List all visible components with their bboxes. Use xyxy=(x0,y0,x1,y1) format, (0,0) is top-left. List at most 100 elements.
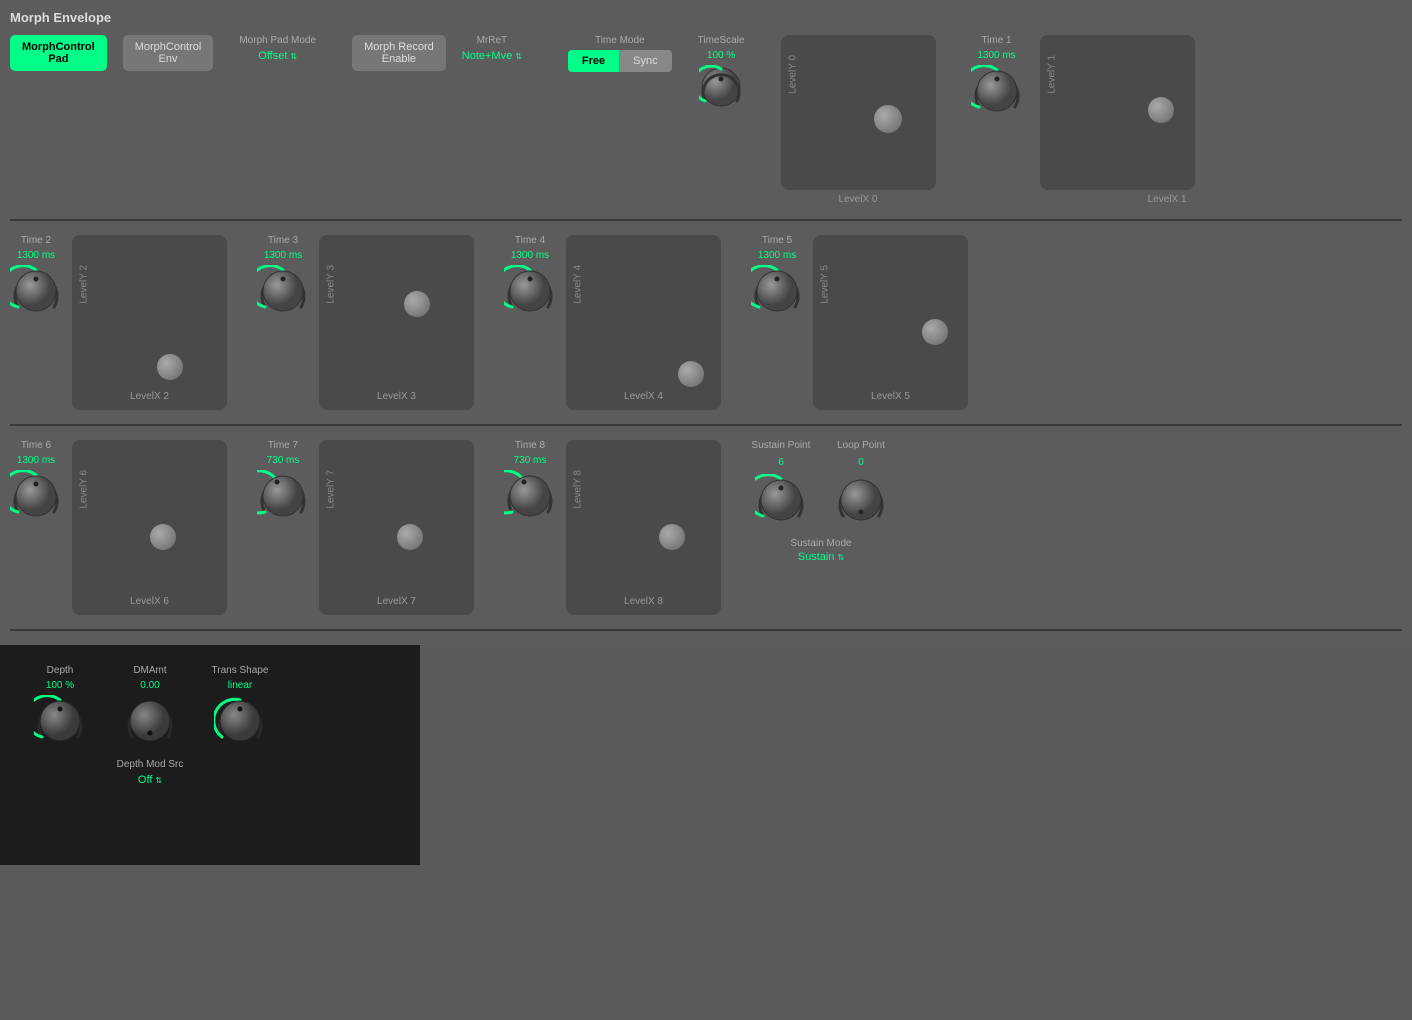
time4-label: Time 4 xyxy=(504,235,556,246)
level2-dot[interactable] xyxy=(157,354,183,380)
morph-control-pad-button[interactable]: MorphControlPad xyxy=(10,35,107,71)
time-mode-label: Time Mode xyxy=(595,35,645,46)
sustain-point-label: Sustain Point xyxy=(752,440,811,451)
levelx3-card: LevelY 3 LevelX 3 xyxy=(319,235,474,410)
levelx7-label: LevelX 7 xyxy=(377,596,416,607)
time1-knob[interactable] xyxy=(971,65,1023,117)
levelx2-card: LevelY 2 LevelX 2 xyxy=(72,235,227,410)
time5-label: Time 5 xyxy=(751,235,803,246)
morph-record-enable-button[interactable]: Morph RecordEnable xyxy=(352,35,446,71)
level4-dot[interactable] xyxy=(678,361,704,387)
levelx4-card: LevelY 4 LevelX 4 xyxy=(566,235,721,410)
level0-dot[interactable] xyxy=(874,105,902,133)
loop-point-group: Loop Point 0 xyxy=(831,440,891,526)
levelx4-label: LevelX 4 xyxy=(624,391,663,402)
dmamt-label: DMAmt xyxy=(133,665,166,676)
divider1 xyxy=(10,219,1402,221)
depth-mod-src-arrow: ⇅ xyxy=(155,776,162,785)
time4-knob[interactable] xyxy=(504,265,556,317)
time3-knob[interactable] xyxy=(257,265,309,317)
time7-value: 730 ms xyxy=(257,455,309,466)
morph-pad-mode-value[interactable]: Offset ⇅ xyxy=(258,50,297,62)
sustain-point-group: Sustain Point 6 xyxy=(751,440,811,526)
mrret-arrow: ⇅ xyxy=(515,52,522,61)
level5-dot[interactable] xyxy=(922,319,948,345)
timescale-knob-wrap xyxy=(699,65,743,109)
levelx8-card: LevelY 8 LevelX 8 xyxy=(566,440,721,615)
time1-group: Time 1 1300 ms LevelY 1 xyxy=(962,35,1195,190)
time7-knob[interactable] xyxy=(257,470,309,522)
morph-pad-mode-text: Offset xyxy=(258,50,287,62)
levely4-label-card: LevelY 4 xyxy=(573,264,584,303)
time5-knob[interactable] xyxy=(751,265,803,317)
levelx6-label: LevelX 6 xyxy=(130,596,169,607)
dmamt-knob[interactable] xyxy=(124,695,176,747)
morph-pad-mode-label: Morph Pad Mode xyxy=(239,35,316,46)
time-mode-buttons: Free Sync xyxy=(568,50,672,72)
time6-knob[interactable] xyxy=(10,470,62,522)
timescale-value: 100 % xyxy=(707,50,735,61)
loop-point-label: Loop Point xyxy=(837,440,885,451)
time1-label: Time 1 xyxy=(981,35,1011,46)
level1-dot[interactable] xyxy=(1148,97,1174,123)
levelx2-label: LevelX 2 xyxy=(130,391,169,402)
timescale-knob[interactable] xyxy=(699,65,743,109)
time5-section: Time 5 1300 ms xyxy=(751,235,803,317)
depth-mod-src-value[interactable]: Off ⇅ xyxy=(138,774,162,786)
level3-dot[interactable] xyxy=(404,291,430,317)
time1-levelx1-section: Time 1 1300 ms LevelY 1 LevelX 1 xyxy=(962,35,1195,205)
levelx5-card: LevelY 5 LevelX 5 xyxy=(813,235,968,410)
sustain-mode-arrow: ⇅ xyxy=(838,553,845,562)
levelx1-label: LevelX 1 xyxy=(962,194,1187,205)
level7-dot[interactable] xyxy=(397,524,423,550)
main-panel: Morph Envelope MorphControlPad MorphCont… xyxy=(0,0,1412,645)
section-row-3: Time 6 1300 ms LevelY 6 LevelX 6 Time 7 … xyxy=(10,430,1402,625)
top-row: MorphControlPad MorphControlEnv Morph Pa… xyxy=(10,35,1402,215)
time2-section: Time 2 1300 ms xyxy=(10,235,62,317)
time3-section: Time 3 1300 ms xyxy=(257,235,309,317)
loop-point-knob[interactable] xyxy=(835,474,887,526)
bottom-panel: Depth 100 % DMAmt 0.00 Depth Mod Src Off… xyxy=(0,645,420,865)
time7-section: Time 7 730 ms xyxy=(257,440,309,522)
time8-value: 730 ms xyxy=(504,455,556,466)
trans-shape-value: linear xyxy=(228,680,252,691)
time4-section: Time 4 1300 ms xyxy=(504,235,556,317)
page-title: Morph Envelope xyxy=(10,10,1402,25)
depth-group: Depth 100 % xyxy=(20,665,100,845)
sustain-loop-row: Sustain Point 6 Loop Point 0 xyxy=(751,440,891,526)
free-button[interactable]: Free xyxy=(568,50,619,72)
time2-knob[interactable] xyxy=(10,265,62,317)
depth-value: 100 % xyxy=(46,680,74,691)
sustain-point-knob[interactable] xyxy=(755,474,807,526)
trans-shape-knob[interactable] xyxy=(214,695,266,747)
levelx0-card: LevelY 0 xyxy=(781,35,936,190)
time-mode-group: Time Mode Free Sync xyxy=(568,35,672,72)
levelx1-card: LevelY 1 xyxy=(1040,35,1195,190)
levelx0-label: LevelX 0 xyxy=(839,194,878,205)
mrret-text: Note+Mve xyxy=(462,50,512,62)
sync-button[interactable]: Sync xyxy=(619,50,671,72)
levelx3-label: LevelX 3 xyxy=(377,391,416,402)
depth-mod-src-text: Off xyxy=(138,774,152,786)
levely8-label-card: LevelY 8 xyxy=(573,469,584,508)
levely6-label-card: LevelY 6 xyxy=(79,469,90,508)
levelx0-section: LevelY 0 LevelX 0 xyxy=(781,35,936,205)
depth-knob[interactable] xyxy=(34,695,86,747)
depth-label: Depth xyxy=(47,665,74,676)
sustain-point-value: 6 xyxy=(778,457,784,468)
time8-knob[interactable] xyxy=(504,470,556,522)
mrret-value[interactable]: Note+Mve ⇅ xyxy=(462,50,522,62)
timescale-label: TimeScale xyxy=(698,35,745,46)
levely0-label: LevelY 0 xyxy=(787,54,798,93)
morph-record-enable-group: Morph RecordEnable xyxy=(352,35,446,71)
sustain-mode-value[interactable]: Sustain ⇅ xyxy=(798,551,844,563)
mrret-group: MrReT Note+Mve ⇅ xyxy=(462,35,522,62)
mrret-label: MrReT xyxy=(477,35,508,46)
level6-dot[interactable] xyxy=(150,524,176,550)
level8-dot[interactable] xyxy=(659,524,685,550)
section-row-2: Time 2 1300 ms LevelY 2 LevelX 2 Time 3 … xyxy=(10,225,1402,420)
sustain-mode-label: Sustain Mode xyxy=(790,538,851,549)
levely3-label-card: LevelY 3 xyxy=(326,264,337,303)
morph-control-env-button[interactable]: MorphControlEnv xyxy=(123,35,214,71)
morph-control-pad-group: MorphControlPad xyxy=(10,35,107,71)
